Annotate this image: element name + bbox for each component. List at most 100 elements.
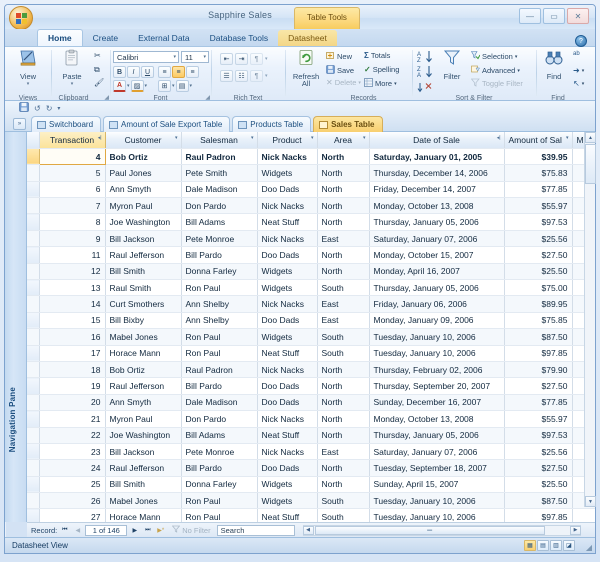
last-record-button[interactable]: ⏭ [142, 525, 153, 536]
cell-amount[interactable]: $27.50 [504, 459, 573, 477]
table-row[interactable]: 20 Ann Smyth Dale Madison Doo Dads North Sund… [27, 394, 595, 412]
cell-salesman[interactable]: Pete Monroe [181, 443, 258, 461]
close-button[interactable]: ✕ [567, 8, 589, 24]
cell-salesman[interactable]: Raul Padron [181, 361, 258, 379]
cell-area[interactable]: East [317, 312, 370, 330]
vertical-scroll-thumb[interactable] [585, 144, 596, 184]
row-selector[interactable] [27, 443, 40, 461]
cell-product[interactable]: Widgets [257, 164, 318, 182]
chevron-down-icon[interactable]: ▾ [190, 83, 193, 89]
vertical-scrollbar[interactable]: ▲ ▼ [584, 132, 596, 507]
cell-area[interactable]: East [317, 230, 370, 248]
cell-id[interactable]: 4 [38, 147, 106, 166]
new-record-button[interactable]: New [326, 51, 352, 62]
more-button[interactable]: More ▾ [364, 78, 397, 89]
cell-customer[interactable]: Horace Mann [105, 508, 182, 522]
scroll-down-button[interactable]: ▼ [585, 496, 596, 507]
cell-customer[interactable]: Bill Jackson [105, 230, 182, 248]
minimize-button[interactable]: — [519, 8, 541, 24]
cell-amount[interactable]: $77.85 [504, 181, 573, 199]
gridlines-button[interactable]: ⊞ [158, 80, 171, 92]
cell-product[interactable]: Nick Nacks [257, 148, 318, 166]
row-selector[interactable] [27, 246, 40, 264]
doc-tab-amount-of-sale-export-table[interactable]: Amount of Sale Export Table [103, 116, 231, 132]
table-row[interactable]: 24 Raul Jefferson Bill Pardo Doo Dads North T… [27, 459, 595, 477]
cell-customer[interactable]: Ann Smyth [105, 394, 182, 412]
chevron-down-icon[interactable]: ▾ [145, 83, 148, 89]
cell-date[interactable]: Monday, January 09, 2006 [369, 312, 505, 330]
cell-amount[interactable]: $27.50 [504, 377, 573, 395]
row-selector[interactable] [27, 148, 40, 166]
filter-status[interactable]: No Filter [171, 525, 211, 535]
table-row[interactable]: 5 Paul Jones Pete Smith Widgets North Thursda… [27, 164, 595, 182]
cell-product[interactable]: Nick Nacks [257, 443, 318, 461]
cell-amount[interactable]: $89.95 [504, 295, 573, 313]
table-row[interactable]: 4 Bob Ortiz Raul Padron Nick Nacks North Satu… [27, 147, 595, 166]
cell-amount[interactable]: $55.97 [504, 197, 573, 215]
cell-date[interactable]: Thursday, January 05, 2006 [369, 427, 505, 444]
cell-customer[interactable]: Horace Mann [105, 345, 182, 362]
cell-date[interactable]: Friday, January 06, 2006 [369, 295, 505, 313]
chevron-down-icon[interactable]: ▾ [515, 54, 518, 60]
cell-amount[interactable]: $55.97 [504, 410, 573, 428]
cell-date[interactable]: Thursday, January 05, 2006 [369, 279, 505, 297]
cell-area[interactable]: North [317, 361, 370, 379]
cell-area[interactable]: North [317, 181, 370, 199]
scroll-up-button[interactable]: ▲ [585, 132, 596, 143]
clipboard-dialog-launcher[interactable]: ◢ [104, 94, 109, 101]
paste-button[interactable]: Paste ▾ [53, 49, 91, 87]
totals-button[interactable]: Σ Totals [364, 51, 390, 60]
align-center-button[interactable]: ≡ [172, 66, 185, 78]
row-selector[interactable] [27, 410, 40, 428]
left-to-right-button[interactable]: ¶ [250, 53, 263, 65]
sort-filter-caret-icon[interactable]: ◂| [98, 135, 102, 141]
cell-product[interactable]: Neat Stuff [257, 213, 318, 231]
cell-id[interactable]: 16 [39, 328, 106, 346]
cell-product[interactable]: Nick Nacks [257, 197, 318, 215]
column-header-date-of-sale[interactable]: Date of Sale ◂| [369, 132, 505, 149]
row-selector[interactable] [27, 508, 40, 522]
cell-id[interactable]: 20 [39, 394, 106, 412]
cell-customer[interactable]: Mabel Jones [105, 492, 182, 510]
cell-area[interactable]: North [317, 197, 370, 215]
column-header-customer[interactable]: Customer ▾ [105, 132, 182, 149]
filter-caret-icon[interactable]: ▾ [175, 135, 178, 141]
cell-customer[interactable]: Bill Smith [105, 476, 182, 494]
cell-salesman[interactable]: Raul Padron [181, 148, 258, 166]
cell-product[interactable]: Doo Dads [257, 312, 318, 330]
cell-customer[interactable]: Bob Ortiz [105, 361, 182, 379]
row-selector[interactable] [27, 492, 40, 510]
cell-id[interactable]: 18 [39, 361, 106, 379]
refresh-all-button[interactable]: Refresh All [288, 49, 324, 87]
cell-date[interactable]: Monday, October 13, 2008 [369, 410, 505, 428]
filter-caret-icon[interactable]: ◂| [497, 135, 501, 141]
cell-date[interactable]: Saturday, January 07, 2006 [369, 443, 505, 461]
cell-id[interactable]: 26 [39, 492, 106, 510]
cell-date[interactable]: Tuesday, January 10, 2006 [369, 328, 505, 346]
cell-amount[interactable]: $39.95 [504, 148, 573, 166]
row-selector[interactable] [27, 213, 40, 231]
cell-date[interactable]: Sunday, December 16, 2007 [369, 394, 505, 412]
view-dropdown-arrow[interactable]: ▾ [6, 81, 50, 87]
cell-area[interactable]: North [317, 148, 370, 166]
scroll-left-button[interactable]: ◀ [302, 525, 314, 535]
chevron-down-icon[interactable]: ▾ [394, 81, 397, 87]
table-row[interactable]: 19 Raul Jefferson Bill Pardo Doo Dads North T… [27, 377, 595, 395]
cell-amount[interactable]: $97.53 [504, 213, 573, 231]
cell-salesman[interactable]: Ron Paul [181, 328, 258, 346]
cell-salesman[interactable]: Don Pardo [181, 197, 258, 215]
column-header-transaction[interactable]: Transaction ◂| [39, 132, 106, 149]
row-selector[interactable] [27, 377, 40, 395]
cell-product[interactable]: Doo Dads [257, 181, 318, 199]
right-to-left-button[interactable]: ¶ [250, 70, 263, 82]
cell-customer[interactable]: Bob Ortiz [105, 148, 182, 166]
doc-tab-switchboard[interactable]: Switchboard [31, 116, 102, 132]
doc-tab-sales-table[interactable]: Sales Table [313, 116, 383, 132]
bold-button[interactable]: B [113, 66, 126, 78]
cell-salesman[interactable]: Ann Shelby [181, 295, 258, 313]
numbering-button[interactable]: ☷ [235, 70, 248, 82]
table-row[interactable]: 7 Myron Paul Don Pardo Nick Nacks North Monda… [27, 197, 595, 215]
cell-product[interactable]: Widgets [257, 328, 318, 346]
chevron-down-icon[interactable]: ▾ [203, 54, 206, 60]
cell-salesman[interactable]: Ann Shelby [181, 312, 258, 330]
